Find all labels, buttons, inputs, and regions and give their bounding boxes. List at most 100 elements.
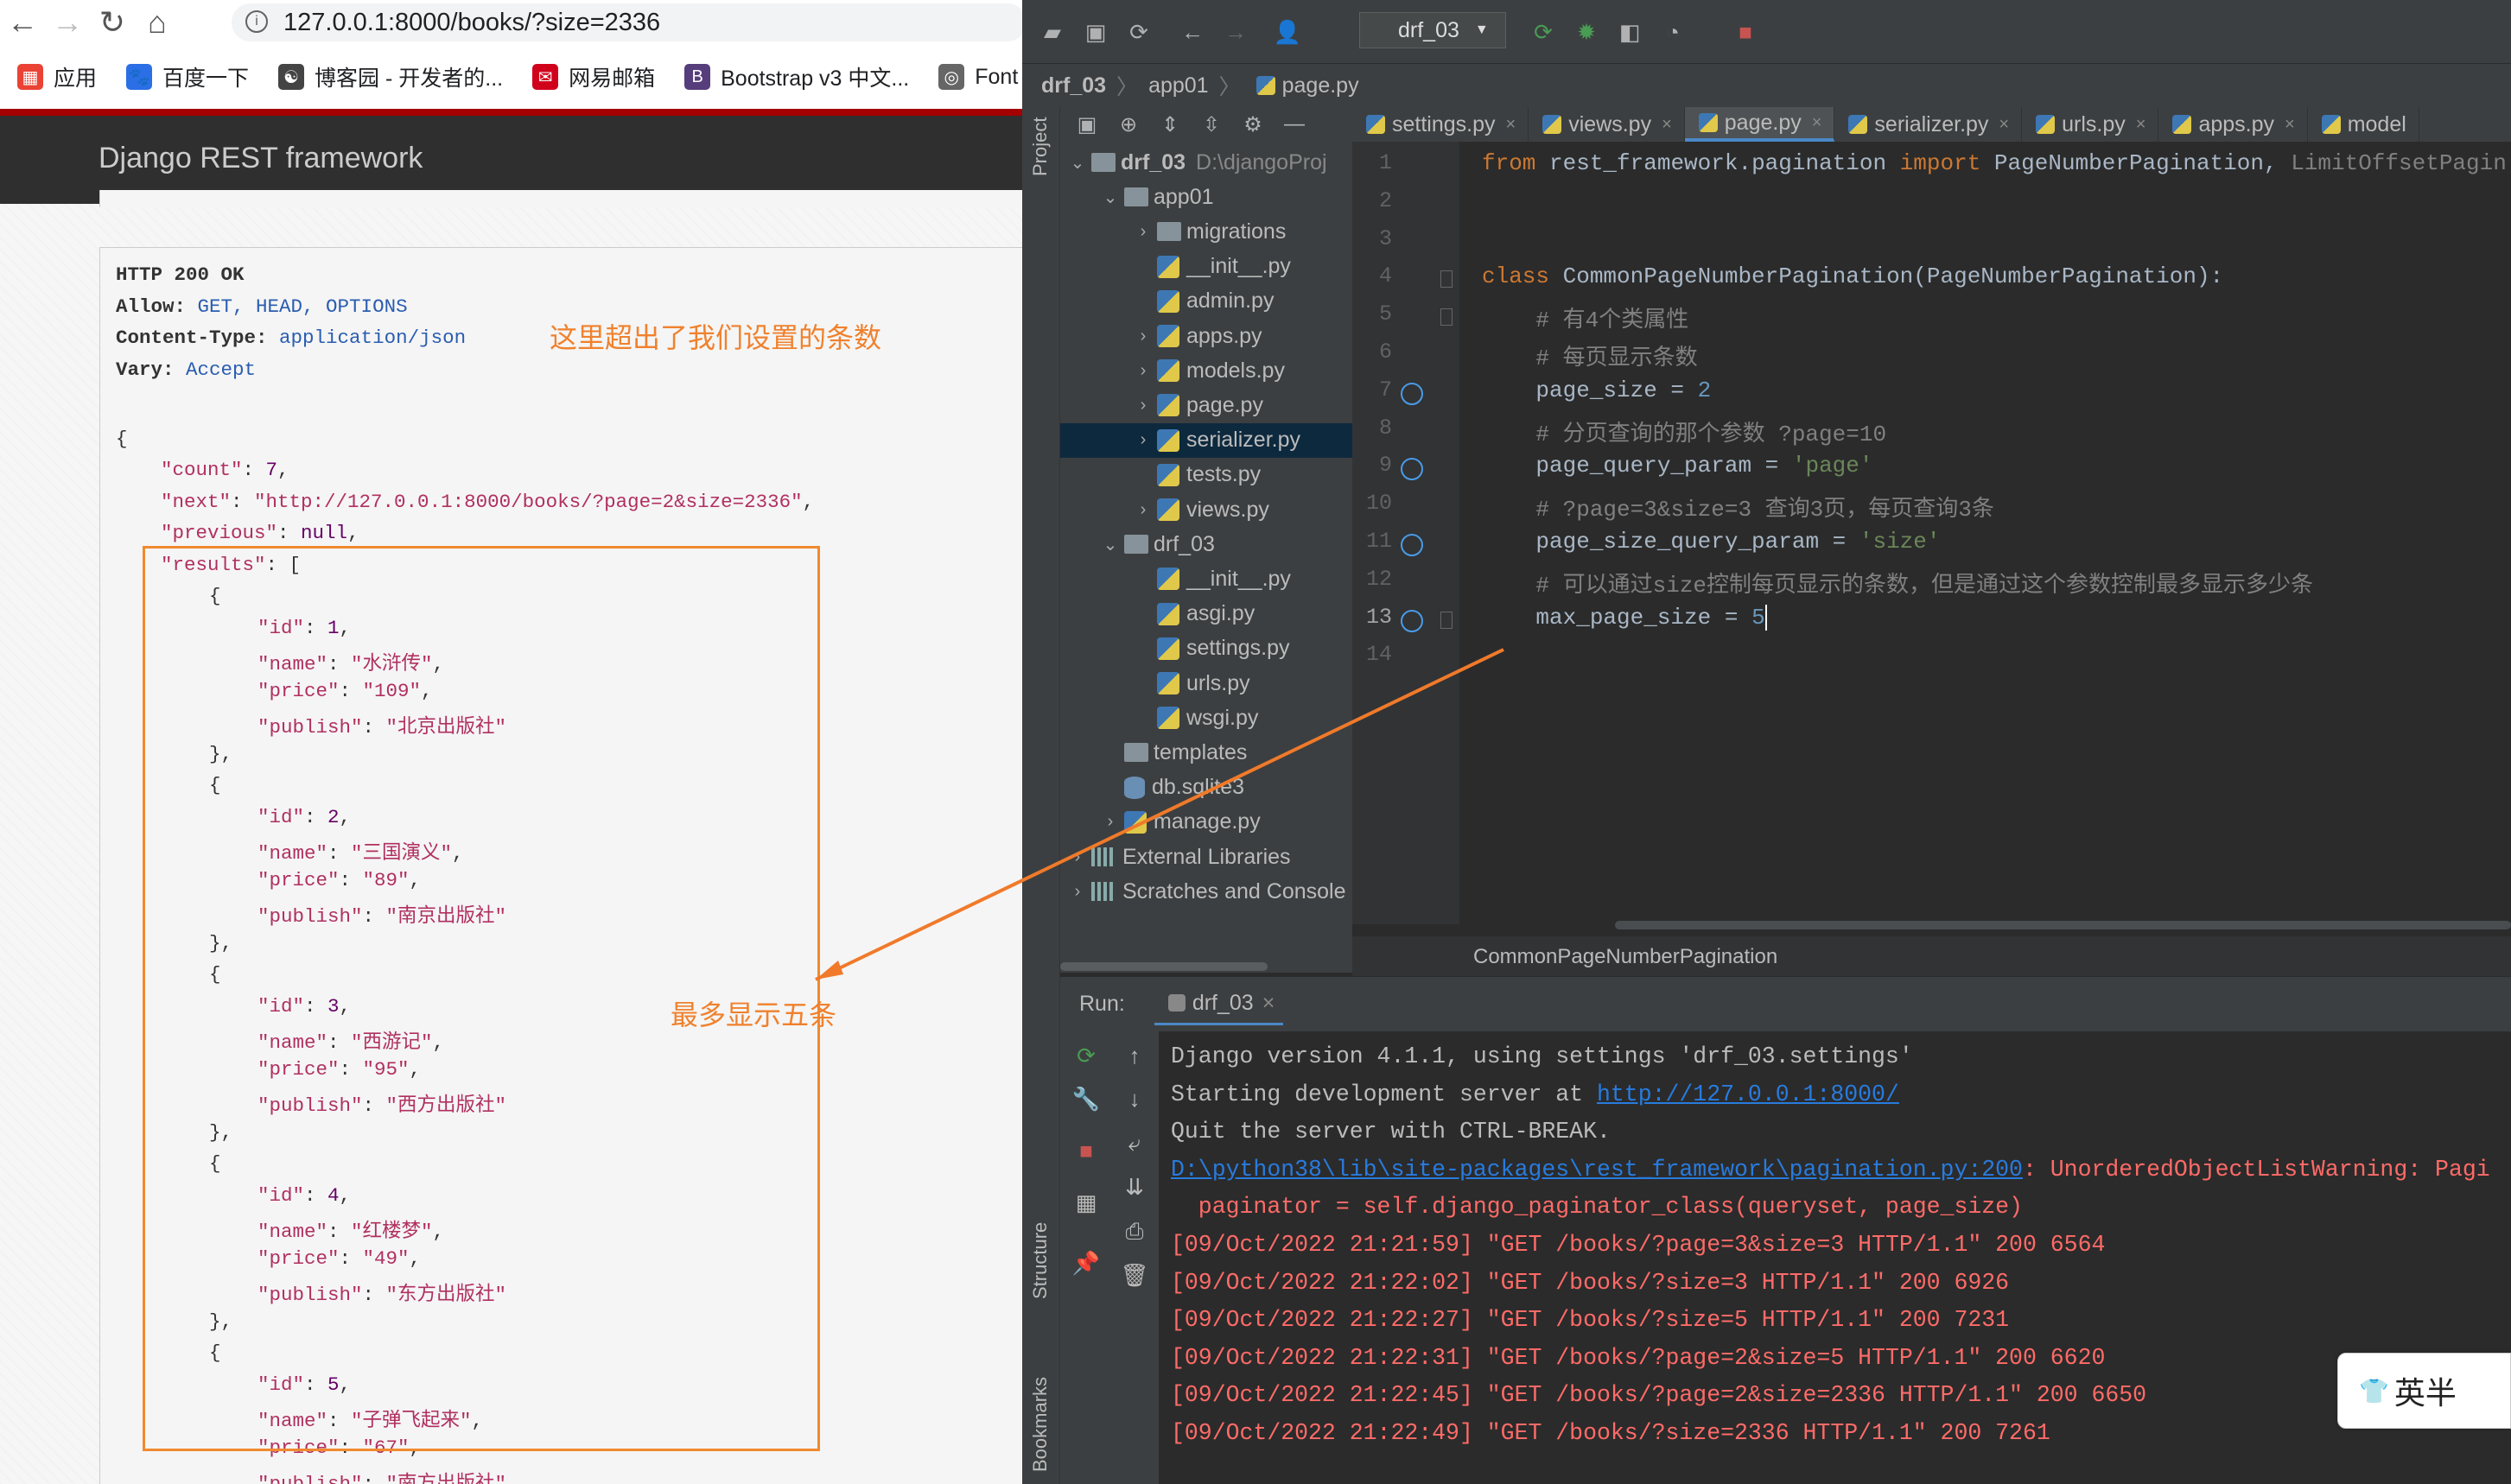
tree-item[interactable]: › page.py: [1060, 388, 1352, 422]
soft-wrap-icon[interactable]: ⤶: [1117, 1126, 1152, 1161]
tree-item[interactable]: wsgi.py: [1060, 701, 1352, 735]
apps-bookmark[interactable]: ▦ 应用: [17, 61, 97, 92]
chevron-down-icon[interactable]: ⌄: [1069, 152, 1086, 174]
ime-indicator[interactable]: 👕 英半: [2337, 1353, 2511, 1429]
stop-icon[interactable]: ■: [1731, 17, 1760, 47]
save-icon[interactable]: ▣: [1081, 17, 1110, 47]
tree-item[interactable]: › views.py: [1060, 492, 1352, 527]
print-icon[interactable]: ⎙: [1117, 1214, 1152, 1249]
drf-brand[interactable]: Django REST framework: [99, 142, 423, 175]
profile-icon[interactable]: ◔: [1658, 17, 1688, 47]
tree-item[interactable]: tests.py: [1060, 458, 1352, 492]
info-icon[interactable]: i: [245, 10, 268, 33]
mail163-bookmark[interactable]: ✉ 网易邮箱: [532, 61, 655, 92]
project-tool-tab[interactable]: Project: [1029, 117, 1052, 176]
override-marker-icon[interactable]: [1401, 458, 1423, 481]
tree-item[interactable]: ⌄ drf_03 D:\djangoProj: [1060, 145, 1352, 180]
fold-marker-icon[interactable]: [1440, 308, 1453, 327]
breadcrumb-item[interactable]: page.py: [1282, 73, 1359, 98]
address-bar[interactable]: i 127.0.0.1:8000/books/?size=2336: [232, 3, 1022, 41]
chevron-right-icon[interactable]: ›: [1102, 812, 1119, 832]
tree-item[interactable]: __init__.py: [1060, 561, 1352, 596]
chevron-right-icon[interactable]: ›: [1135, 222, 1152, 242]
tree-item[interactable]: settings.py: [1060, 631, 1352, 666]
forward-nav-icon[interactable]: →: [1221, 17, 1250, 47]
chevron-right-icon[interactable]: ›: [1069, 847, 1086, 867]
tree-item[interactable]: urls.py: [1060, 666, 1352, 701]
back-icon[interactable]: ←: [0, 0, 45, 45]
user-icon[interactable]: 👤: [1273, 17, 1302, 47]
editor-scrollbar[interactable]: [1459, 919, 2511, 931]
panel-icon[interactable]: ▣: [1072, 110, 1102, 139]
chevron-down-icon[interactable]: ⌄: [1102, 534, 1119, 555]
breadcrumb-item[interactable]: app01: [1148, 73, 1209, 98]
down-arrow-icon[interactable]: ↓: [1117, 1081, 1152, 1116]
editor-tab[interactable]: serializer.py ×: [1834, 107, 2023, 142]
cnblogs-bookmark[interactable]: ☯ 博客园 - 开发者的...: [278, 61, 503, 92]
tree-item[interactable]: › serializer.py: [1060, 422, 1352, 458]
chevron-right-icon[interactable]: ›: [1135, 396, 1152, 415]
breadcrumb-item[interactable]: drf_03: [1041, 73, 1106, 98]
run-tab[interactable]: drf_03 ×: [1154, 984, 1284, 1025]
tree-item[interactable]: admin.py: [1060, 284, 1352, 319]
close-icon[interactable]: ×: [1506, 115, 1516, 135]
trash-icon[interactable]: 🗑: [1117, 1258, 1152, 1292]
hide-icon[interactable]: —: [1280, 110, 1309, 139]
chevron-right-icon[interactable]: ›: [1069, 882, 1086, 902]
stop-run-icon[interactable]: ■: [1069, 1133, 1103, 1168]
tree-item[interactable]: db.sqlite3: [1060, 771, 1352, 805]
tree-item[interactable]: › apps.py: [1060, 319, 1352, 353]
up-arrow-icon[interactable]: ↑: [1117, 1038, 1152, 1073]
expand-all-icon[interactable]: ⇕: [1155, 110, 1185, 139]
chevron-down-icon[interactable]: ⌄: [1102, 187, 1119, 208]
tree-item[interactable]: › Scratches and Console: [1060, 874, 1352, 909]
scroll-end-icon[interactable]: ⇊: [1117, 1170, 1152, 1204]
reload-icon[interactable]: ↻: [90, 0, 135, 45]
tree-item[interactable]: ⌄ app01: [1060, 180, 1352, 214]
collapse-all-icon[interactable]: ⇳: [1197, 110, 1226, 139]
layout-icon[interactable]: ▦: [1069, 1185, 1103, 1220]
chevron-right-icon[interactable]: ›: [1135, 361, 1152, 381]
console-link[interactable]: http://127.0.0.1:8000/: [1597, 1081, 1899, 1107]
chevron-right-icon[interactable]: ›: [1135, 327, 1152, 346]
editor-tab[interactable]: apps.py ×: [2158, 107, 2308, 142]
forward-icon[interactable]: →: [45, 0, 90, 45]
override-marker-icon[interactable]: [1401, 609, 1423, 632]
tree-item[interactable]: templates: [1060, 735, 1352, 770]
close-icon[interactable]: ×: [2136, 115, 2146, 135]
tree-item[interactable]: › External Libraries: [1060, 840, 1352, 874]
bookmarks-tool-tab[interactable]: Bookmarks: [1029, 1377, 1052, 1472]
open-folder-icon[interactable]: ▰: [1038, 17, 1067, 47]
code-editor[interactable]: from rest_framework.pagination import Pa…: [1459, 142, 2511, 924]
console-link[interactable]: D:\python38\lib\site-packages\rest_frame…: [1171, 1157, 2023, 1183]
editor-tab[interactable]: urls.py ×: [2022, 107, 2159, 142]
back-nav-icon[interactable]: ←: [1178, 17, 1207, 47]
font-bookmark[interactable]: ◎ Font: [938, 64, 1018, 90]
close-icon[interactable]: ×: [2285, 115, 2295, 135]
sync-icon[interactable]: ⟳: [1124, 17, 1154, 47]
close-icon[interactable]: ×: [1812, 113, 1822, 133]
bootstrap-bookmark[interactable]: B Bootstrap v3 中文...: [684, 61, 909, 92]
tree-item[interactable]: asgi.py: [1060, 597, 1352, 631]
close-icon[interactable]: ×: [1262, 991, 1275, 1016]
baidu-bookmark[interactable]: 🐾 百度一下: [126, 61, 249, 92]
override-marker-icon[interactable]: [1401, 382, 1423, 405]
tree-item[interactable]: › models.py: [1060, 353, 1352, 388]
close-icon[interactable]: ×: [1662, 115, 1672, 135]
fold-marker-icon[interactable]: [1440, 611, 1453, 629]
override-marker-icon[interactable]: [1401, 534, 1423, 556]
editor-tab[interactable]: page.py ×: [1684, 107, 1835, 142]
tree-item[interactable]: › migrations: [1060, 214, 1352, 249]
chevron-right-icon[interactable]: ›: [1135, 430, 1152, 450]
home-icon[interactable]: ⌂: [135, 0, 180, 45]
editor-tab[interactable]: settings.py ×: [1352, 107, 1529, 142]
pin-icon[interactable]: 📌: [1069, 1246, 1103, 1280]
run-config-select[interactable]: drf_03 ▼: [1359, 12, 1506, 48]
run-icon[interactable]: ⟳: [1529, 17, 1558, 47]
run-console[interactable]: Django version 4.1.1, using settings 'dr…: [1159, 1031, 2511, 1484]
tree-item[interactable]: › manage.py: [1060, 805, 1352, 840]
locate-icon[interactable]: ⊕: [1114, 110, 1143, 139]
gear-icon[interactable]: ⚙: [1238, 110, 1268, 139]
tree-scrollbar[interactable]: [1060, 961, 1352, 973]
structure-crumb-label[interactable]: CommonPageNumberPagination: [1473, 945, 1777, 969]
